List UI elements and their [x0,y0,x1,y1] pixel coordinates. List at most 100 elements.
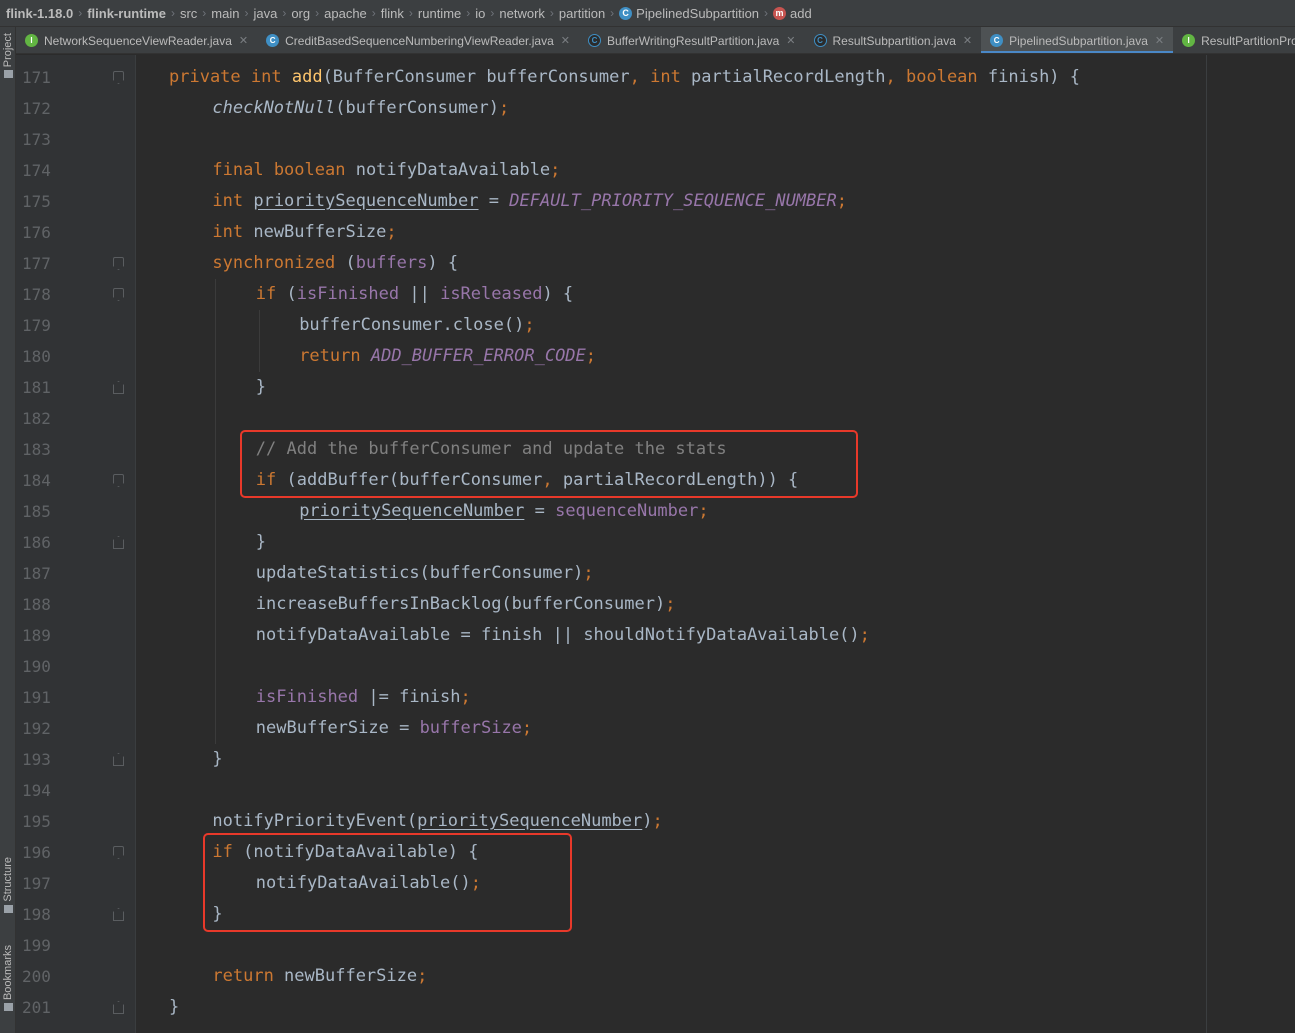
code-line[interactable]: 194 [16,775,1295,806]
code-line[interactable]: 175 int prioritySequenceNumber = DEFAULT_… [16,186,1295,217]
code-token: final [212,160,274,180]
code-token: prioritySequenceNumber [253,191,479,211]
code-line[interactable]: 201} [16,992,1295,1023]
code-line[interactable]: 199 [16,930,1295,961]
editor-tab[interactable]: C BufferWritingResultPartition.java ✕ [579,27,805,53]
bookmark-icon [3,1003,13,1012]
breadcrumb-label: flink [380,5,404,21]
breadcrumb-label: runtime [417,5,462,21]
chevron-right-icon: › [244,6,249,20]
code-token: int [250,67,292,87]
method-icon: m [773,6,787,20]
code-line[interactable]: 187 updateStatistics(bufferConsumer); [16,558,1295,589]
line-number: 176 [22,223,51,242]
structure-panel-button[interactable]: Structure [0,857,16,913]
breadcrumb-item[interactable]: io [475,6,485,21]
code-line[interactable]: 171 private int add(BufferConsumer buffer… [16,62,1295,93]
fold-collapse-icon[interactable] [113,536,124,549]
close-icon[interactable]: ✕ [1155,34,1164,47]
close-icon[interactable]: ✕ [963,34,972,47]
code-line[interactable]: 173 [16,124,1295,155]
code-editor[interactable]: 171 private int add(BufferConsumer buffer… [16,55,1295,1033]
code-token: return [212,966,285,986]
fold-collapse-icon[interactable] [113,753,124,766]
code-token: = [524,501,556,521]
breadcrumb-item[interactable]: flink-1.18.0 [6,6,73,21]
line-number: 183 [22,440,51,459]
fold-collapse-icon[interactable] [113,908,124,921]
line-number: 197 [22,874,51,893]
code-line[interactable]: 178 if (isFinished || isReleased) { [16,279,1295,310]
code-line[interactable]: 177 synchronized (buffers) { [16,248,1295,279]
code-token: bufferSize [419,718,522,738]
tab-label: ResultPartitionProvide [1201,33,1295,48]
close-icon[interactable]: ✕ [239,34,248,47]
code-line[interactable]: 180 return ADD_BUFFER_ERROR_CODE; [16,341,1295,372]
bookmarks-panel-button[interactable]: Bookmarks [0,945,16,1012]
code-text: bufferConsumer.close(); [299,310,534,341]
code-token: ( [345,253,356,273]
editor-tab[interactable]: C CreditBasedSequenceNumberingViewReader.… [257,27,579,53]
code-line[interactable]: 191 isFinished |= finish; [16,682,1295,713]
breadcrumb-item[interactable]: java [253,6,277,21]
breadcrumb-item[interactable]: flink-runtime [87,6,166,21]
code-token: ; [550,160,561,180]
breadcrumb-label: org [291,5,311,21]
code-line[interactable]: 192 newBufferSize = bufferSize; [16,713,1295,744]
close-icon[interactable]: ✕ [561,34,570,47]
code-line[interactable]: 179 bufferConsumer.close(); [16,310,1295,341]
editor-tab[interactable]: I NetworkSequenceViewReader.java ✕ [16,27,257,53]
breadcrumb-label: PipelinedSubpartition [636,5,760,21]
code-token: , [629,67,651,87]
code-line[interactable]: 181} [16,372,1295,403]
code-line[interactable]: 200 return newBufferSize; [16,961,1295,992]
breadcrumb-item[interactable]: src [180,6,197,21]
structure-icon [3,904,13,913]
breadcrumb-item[interactable]: apache [324,6,367,21]
code-token: finish) { [987,67,1081,87]
code-token: sequenceNumber [555,501,699,521]
breadcrumb-item[interactable]: m add [773,6,812,21]
code-text: return newBufferSize; [212,961,427,992]
code-token: DEFAULT_PRIORITY_SEQUENCE_NUMBER [509,191,837,211]
breadcrumb-item[interactable]: C PipelinedSubpartition [619,6,759,21]
breadcrumb-item[interactable]: flink [381,6,404,21]
code-line[interactable]: 189 notifyDataAvailable = finish || shoul… [16,620,1295,651]
code-line[interactable]: 188 increaseBuffersInBacklog(bufferConsum… [16,589,1295,620]
tab-label: ResultSubpartition.java [832,33,956,48]
fold-collapse-icon[interactable] [113,1001,124,1014]
code-line[interactable]: 190 [16,651,1295,682]
editor-tab[interactable]: C PipelinedSubpartition.java ✕ [981,27,1174,53]
breadcrumb-item[interactable]: partition [559,6,605,21]
line-number: 186 [22,533,51,552]
project-panel-button[interactable]: Project [0,33,16,79]
fold-expand-icon[interactable] [113,288,124,301]
fold-expand-icon[interactable] [113,257,124,270]
close-icon[interactable]: ✕ [786,34,795,47]
fold-expand-icon[interactable] [113,474,124,487]
code-line[interactable]: 193} [16,744,1295,775]
code-line[interactable]: 172 checkNotNull(bufferConsumer); [16,93,1295,124]
fold-expand-icon[interactable] [113,71,124,84]
code-line[interactable]: 185 prioritySequenceNumber = sequenceNumb… [16,496,1295,527]
code-token: checkNotNull [212,98,336,118]
line-number: 191 [22,688,51,707]
code-token: partialRecordLength [691,67,886,87]
line-number: 181 [22,378,51,397]
breadcrumb-item[interactable]: runtime [418,6,461,21]
fold-expand-icon[interactable] [113,846,124,859]
breadcrumb-item[interactable]: main [211,6,239,21]
code-token: } [169,997,180,1017]
breadcrumb-label: flink-1.18.0 [6,5,74,21]
code-token: ; [859,625,870,645]
editor-tab[interactable]: I ResultPartitionProvide [1173,27,1295,53]
code-line[interactable]: 176 int newBufferSize; [16,217,1295,248]
line-number: 200 [22,967,51,986]
code-line[interactable]: 186} [16,527,1295,558]
editor-tab-bar: I NetworkSequenceViewReader.java ✕ C CreditB… [16,27,1295,54]
code-line[interactable]: 174 final boolean notifyDataAvailable; [16,155,1295,186]
editor-tab[interactable]: C ResultSubpartition.java ✕ [805,27,982,53]
breadcrumb-item[interactable]: network [499,6,545,21]
breadcrumb-item[interactable]: org [291,6,310,21]
fold-collapse-icon[interactable] [113,381,124,394]
